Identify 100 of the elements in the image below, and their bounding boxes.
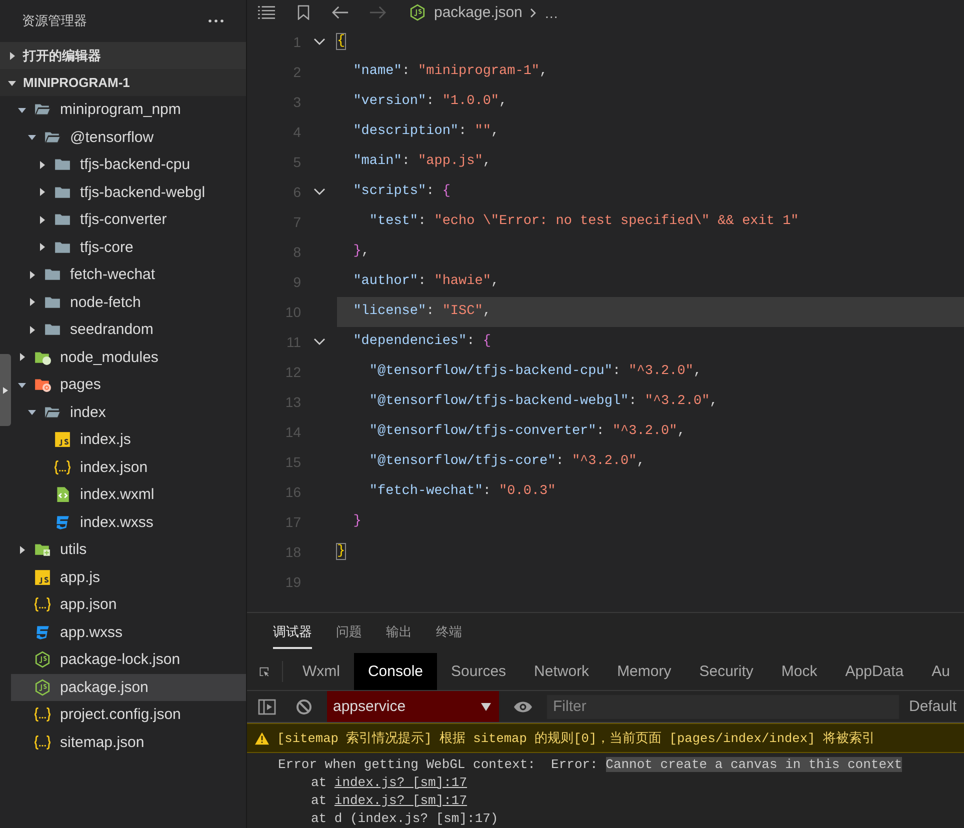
file-tree-item[interactable]: index.wxml [11, 481, 246, 508]
file-tree-item[interactable]: tfjs-converter [11, 206, 246, 234]
panel-toggle-handle[interactable] [0, 354, 11, 426]
file-tree-item[interactable]: tfjs-backend-webgl [11, 178, 246, 206]
collapsed-caret-icon[interactable] [18, 353, 26, 362]
file-tree-item[interactable]: node_modules [11, 344, 246, 371]
expanded-caret-icon[interactable] [18, 106, 26, 114]
file-name: project.config.json [60, 706, 181, 724]
filter-field[interactable]: Filter [547, 694, 899, 718]
file-tree-item[interactable]: app.wxss [11, 618, 246, 646]
collapsed-caret-icon[interactable] [28, 270, 36, 279]
panel-tab[interactable]: 调试器 [273, 617, 312, 649]
braces-icon [34, 706, 51, 724]
context-select[interactable]: appservice [327, 691, 499, 722]
file-tree-item[interactable]: sitemap.json [11, 728, 246, 756]
panel-tab[interactable]: 终端 [436, 617, 462, 649]
panel-tab[interactable]: 问题 [336, 617, 362, 649]
clear-icon[interactable] [295, 698, 313, 714]
file-name: @tensorflow [70, 128, 154, 146]
collapsed-caret-icon[interactable] [38, 188, 46, 196]
file-tree-item[interactable]: utils [11, 536, 246, 564]
file-tree-item[interactable]: pages [11, 371, 246, 398]
fold-chevron-icon[interactable] [312, 38, 326, 46]
expanded-caret-icon[interactable] [8, 78, 16, 86]
outline-list-icon[interactable] [258, 5, 275, 20]
hexagon-icon [34, 678, 51, 696]
devtools-tab[interactable]: AppData [831, 653, 918, 690]
bookmark-icon[interactable] [295, 5, 312, 20]
more-icon[interactable] [208, 19, 224, 23]
devtools-tab[interactable]: Sources [437, 653, 520, 690]
file-tree-item[interactable]: index [11, 398, 246, 426]
explorer-title: 资源管理器 [22, 12, 87, 30]
css-file-icon [34, 624, 51, 641]
file-tree-item[interactable]: tfjs-backend-cpu [11, 151, 246, 178]
section-title: MINIPROGRAM-1 [23, 75, 130, 90]
file-tree-item[interactable]: app.js [11, 564, 246, 591]
folder-icon [34, 541, 51, 558]
devtools-tab[interactable]: Au [918, 653, 964, 690]
file-tree-item[interactable]: index.js [11, 426, 246, 454]
breadcrumb-more[interactable]: … [544, 4, 558, 21]
devtools-tab[interactable]: Mock [767, 653, 832, 690]
devtools-tab[interactable]: Network [520, 653, 604, 690]
devtools-tab[interactable]: Memory [603, 653, 686, 690]
code-line: "test": "echo \"Error: no test specified\" && exit 1" [368, 214, 799, 230]
section-header[interactable]: MINIPROGRAM-1 [0, 69, 246, 96]
expanded-caret-icon[interactable] [28, 133, 36, 142]
devtools-tab[interactable]: Wxml [288, 653, 354, 690]
file-name: app.js [60, 568, 100, 586]
file-name: package-lock.json [60, 651, 180, 668]
log-levels-select[interactable]: Default [909, 698, 957, 715]
collapsed-caret-icon[interactable] [38, 243, 46, 252]
file-tree-item[interactable]: node-fetch [11, 288, 246, 316]
file-name: index.js [80, 431, 131, 448]
file-tree-item[interactable]: project.config.json [11, 701, 246, 728]
code-line: } [337, 544, 346, 560]
file-name: sitemap.json [60, 734, 144, 751]
code-line: "dependencies": { [352, 334, 491, 350]
warning-text: [sitemap 索引情况提示] 根据 sitemap 的规则[0]，当前页面 [pages/index/index] 将被索引 [277, 730, 875, 746]
collapsed-caret-icon[interactable] [28, 326, 36, 334]
file-tree-item[interactable]: fetch-wechat [11, 261, 246, 288]
code-line: "@tensorflow/tfjs-backend-cpu": "^3.2.0", [368, 364, 702, 380]
source-link[interactable]: index.js? [sm]:17 [334, 793, 468, 808]
expanded-caret-icon[interactable] [18, 380, 26, 389]
file-tree-item[interactable]: package.json [11, 674, 246, 701]
braces-icon [54, 458, 71, 476]
code-file-icon [54, 486, 71, 504]
fold-chevron-icon[interactable] [312, 338, 326, 346]
panel-tab[interactable]: 输出 [386, 617, 412, 649]
eye-icon[interactable] [513, 700, 533, 712]
file-tree-item[interactable]: @tensorflow [11, 124, 246, 151]
collapsed-caret-icon[interactable] [38, 160, 46, 169]
back-arrow-icon[interactable] [332, 5, 349, 20]
file-tree-item[interactable]: seedrandom [11, 316, 246, 344]
file-name: index [70, 404, 106, 421]
stack-frame: at index.js? [sm]:17 [278, 792, 964, 810]
css-file-icon [54, 514, 71, 531]
stack-frame: at index.js? [sm]:17 [278, 774, 964, 792]
warning-icon [255, 732, 269, 744]
file-tree-item[interactable]: index.json [11, 454, 246, 481]
collapsed-caret-icon[interactable] [18, 546, 26, 554]
dropdown-caret-icon [481, 702, 491, 710]
file-tree-item[interactable]: app.json [11, 591, 246, 618]
file-tree-item[interactable]: package-lock.json [11, 646, 246, 674]
devtools-tab[interactable]: Security [685, 653, 768, 690]
sidebar-toggle-icon[interactable] [258, 698, 276, 714]
code-line: } [352, 514, 362, 530]
file-tree-item[interactable]: tfjs-core [11, 234, 246, 261]
collapsed-caret-icon[interactable] [8, 52, 16, 60]
fold-chevron-icon[interactable] [312, 188, 326, 196]
file-tree-item[interactable]: miniprogram_npm [11, 96, 246, 124]
file-tree-item[interactable]: index.wxss [11, 508, 246, 536]
expanded-caret-icon[interactable] [28, 408, 36, 416]
breadcrumb-file[interactable]: package.json [434, 4, 522, 22]
section-header[interactable]: 打开的编辑器 [0, 42, 246, 69]
source-link[interactable]: index.js? [sm]:17 [334, 775, 468, 790]
devtools-tab[interactable]: Console [354, 653, 438, 690]
collapsed-caret-icon[interactable] [38, 216, 46, 224]
code-line: "@tensorflow/tfjs-core": "^3.2.0", [368, 454, 645, 470]
collapsed-caret-icon[interactable] [28, 298, 36, 306]
file-name: utils [60, 541, 87, 558]
